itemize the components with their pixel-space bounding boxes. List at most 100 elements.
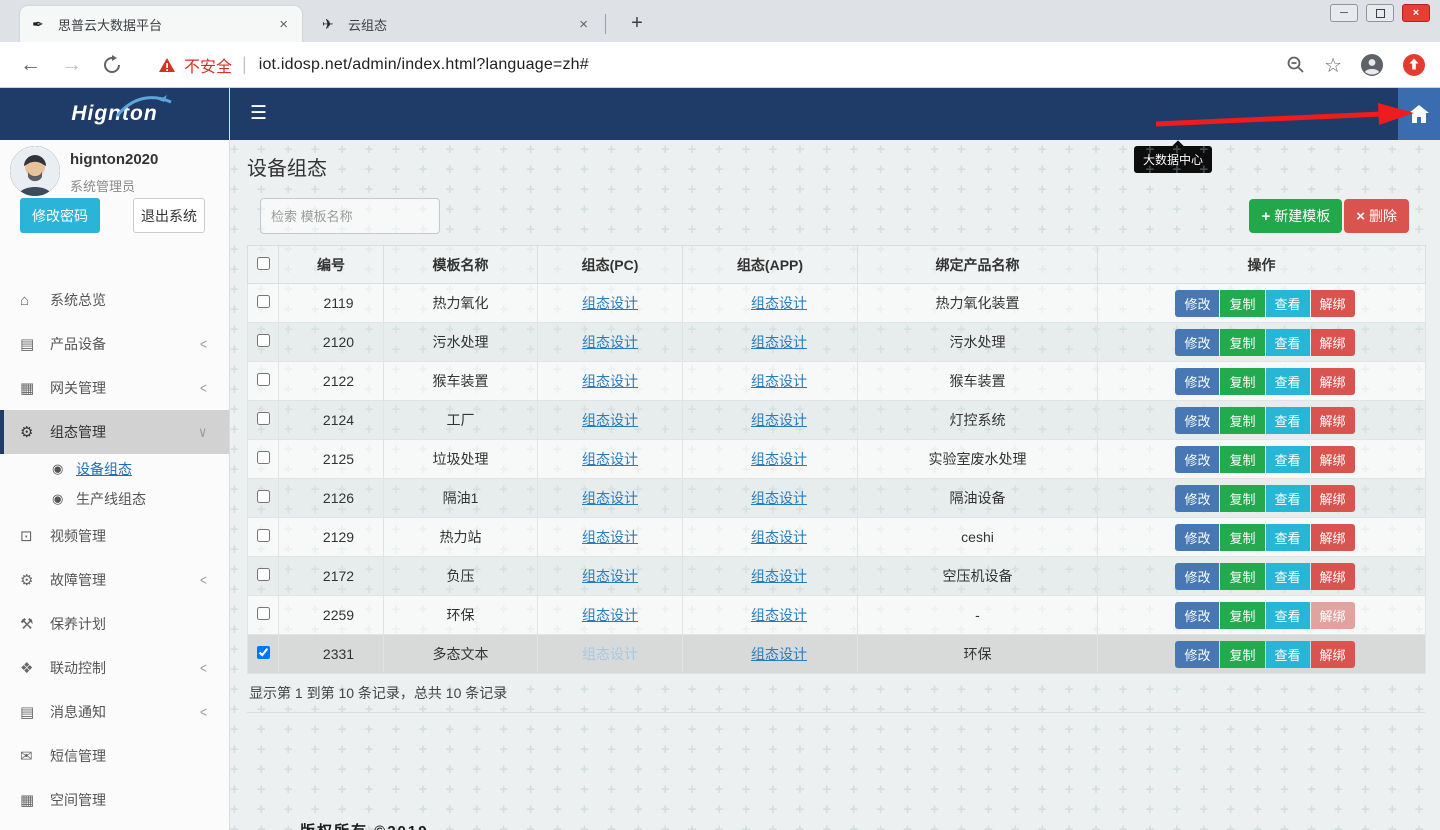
copy-button[interactable]: 复制 <box>1220 602 1264 629</box>
view-button[interactable]: 查看 <box>1266 446 1310 473</box>
app-config-link[interactable]: 组态设计 <box>751 646 807 662</box>
copy-button[interactable]: 复制 <box>1220 290 1264 317</box>
pc-config-link[interactable]: 组态设计 <box>582 490 638 506</box>
app-config-link[interactable]: 组态设计 <box>751 568 807 584</box>
row-checkbox[interactable] <box>257 607 270 620</box>
pc-config-link[interactable]: 组态设计 <box>582 412 638 428</box>
copy-button[interactable]: 复制 <box>1220 329 1264 356</box>
bigdata-home-button[interactable] <box>1398 88 1440 140</box>
sidebar-subitem-device-config[interactable]: ◉ 设备组态 <box>0 454 229 484</box>
avatar[interactable] <box>10 146 60 196</box>
app-config-link[interactable]: 组态设计 <box>751 373 807 389</box>
search-input[interactable] <box>260 198 440 234</box>
copy-button[interactable]: 复制 <box>1220 446 1264 473</box>
unbind-button[interactable]: 解绑 <box>1311 602 1355 629</box>
update-icon[interactable] <box>1402 53 1426 77</box>
edit-button[interactable]: 修改 <box>1175 485 1219 512</box>
copy-button[interactable]: 复制 <box>1220 368 1264 395</box>
bookmark-star-icon[interactable]: ☆ <box>1324 53 1342 78</box>
view-button[interactable]: 查看 <box>1266 524 1310 551</box>
app-config-link[interactable]: 组态设计 <box>751 607 807 623</box>
unbind-button[interactable]: 解绑 <box>1311 641 1355 668</box>
new-tab-button[interactable]: + <box>622 8 652 38</box>
copy-button[interactable]: 复制 <box>1220 407 1264 434</box>
row-checkbox[interactable] <box>257 295 270 308</box>
app-config-link[interactable]: 组态设计 <box>751 529 807 545</box>
sidebar-item-config-mgmt[interactable]: ⚙ 组态管理 ∨ <box>0 410 229 454</box>
app-config-link[interactable]: 组态设计 <box>751 295 807 311</box>
sidebar-item-fault[interactable]: ⚙ 故障管理 < <box>0 558 229 602</box>
view-button[interactable]: 查看 <box>1266 290 1310 317</box>
tab-close-icon[interactable]: × <box>575 16 592 33</box>
sidebar-subitem-line-config[interactable]: ◉ 生产线组态 <box>0 484 229 514</box>
pc-config-link[interactable]: 组态设计 <box>582 373 638 389</box>
sidebar-item-maintenance[interactable]: ⚒ 保养计划 <box>0 602 229 646</box>
sidebar-item-gateway[interactable]: ▦ 网关管理 < <box>0 366 229 410</box>
row-checkbox[interactable] <box>257 451 270 464</box>
tab-inactive[interactable]: ✈ 云组态 × <box>310 6 602 42</box>
row-checkbox[interactable] <box>257 412 270 425</box>
unbind-button[interactable]: 解绑 <box>1311 485 1355 512</box>
pc-config-link[interactable]: 组态设计 <box>582 529 638 545</box>
sidebar-item-products[interactable]: ▤ 产品设备 < <box>0 322 229 366</box>
edit-button[interactable]: 修改 <box>1175 602 1219 629</box>
reload-icon[interactable] <box>102 55 122 75</box>
url-text[interactable]: iot.idosp.net/admin/index.html?language=… <box>259 56 589 74</box>
sidebar-item-space[interactable]: ▦ 空间管理 <box>0 778 229 822</box>
unbind-button[interactable]: 解绑 <box>1311 563 1355 590</box>
pc-config-link[interactable]: 组态设计 <box>582 568 638 584</box>
edit-button[interactable]: 修改 <box>1175 290 1219 317</box>
view-button[interactable]: 查看 <box>1266 329 1310 356</box>
edit-button[interactable]: 修改 <box>1175 524 1219 551</box>
close-button[interactable]: × <box>1402 4 1430 22</box>
row-checkbox[interactable] <box>257 568 270 581</box>
profile-icon[interactable] <box>1360 53 1384 77</box>
row-checkbox[interactable] <box>257 490 270 503</box>
restore-button[interactable] <box>1366 4 1394 22</box>
unbind-button[interactable]: 解绑 <box>1311 290 1355 317</box>
unbind-button[interactable]: 解绑 <box>1311 407 1355 434</box>
pc-config-link[interactable]: 组态设计 <box>582 295 638 311</box>
pc-config-link[interactable]: 组态设计 <box>582 451 638 467</box>
sidebar-item-message[interactable]: ▤ 消息通知 < <box>0 690 229 734</box>
view-button[interactable]: 查看 <box>1266 407 1310 434</box>
edit-button[interactable]: 修改 <box>1175 407 1219 434</box>
zoom-out-icon[interactable] <box>1286 55 1306 75</box>
change-password-button[interactable]: 修改密码 <box>20 198 100 233</box>
copy-button[interactable]: 复制 <box>1220 563 1264 590</box>
sidebar-item-linkage[interactable]: ❖ 联动控制 < <box>0 646 229 690</box>
minimize-button[interactable]: ─ <box>1330 4 1358 22</box>
unbind-button[interactable]: 解绑 <box>1311 329 1355 356</box>
new-template-button[interactable]: + 新建模板 <box>1249 199 1342 233</box>
app-config-link[interactable]: 组态设计 <box>751 412 807 428</box>
tab-close-icon[interactable]: × <box>275 16 292 33</box>
pc-config-link[interactable]: 组态设计 <box>582 646 638 662</box>
view-button[interactable]: 查看 <box>1266 563 1310 590</box>
delete-button[interactable]: × 删除 <box>1344 199 1409 233</box>
sidebar-item-sms[interactable]: ✉ 短信管理 <box>0 734 229 778</box>
insecure-label[interactable]: 不安全 <box>184 53 232 77</box>
sidebar-item-overview[interactable]: ⌂ 系统总览 <box>0 278 229 322</box>
edit-button[interactable]: 修改 <box>1175 563 1219 590</box>
unbind-button[interactable]: 解绑 <box>1311 368 1355 395</box>
edit-button[interactable]: 修改 <box>1175 329 1219 356</box>
copy-button[interactable]: 复制 <box>1220 485 1264 512</box>
row-checkbox[interactable] <box>257 529 270 542</box>
hamburger-icon[interactable]: ☰ <box>250 102 267 125</box>
copy-button[interactable]: 复制 <box>1220 524 1264 551</box>
row-checkbox[interactable] <box>257 646 270 659</box>
unbind-button[interactable]: 解绑 <box>1311 446 1355 473</box>
sidebar-item-video[interactable]: ⊡ 视频管理 <box>0 514 229 558</box>
tab-active[interactable]: ✒ 思普云大数据平台 × <box>20 6 302 42</box>
select-all-checkbox[interactable] <box>257 257 270 270</box>
pc-config-link[interactable]: 组态设计 <box>582 607 638 623</box>
row-checkbox[interactable] <box>257 373 270 386</box>
view-button[interactable]: 查看 <box>1266 641 1310 668</box>
logout-button[interactable]: 退出系统 <box>133 198 205 233</box>
view-button[interactable]: 查看 <box>1266 485 1310 512</box>
view-button[interactable]: 查看 <box>1266 602 1310 629</box>
edit-button[interactable]: 修改 <box>1175 446 1219 473</box>
back-icon[interactable]: ← <box>20 53 41 77</box>
row-checkbox[interactable] <box>257 334 270 347</box>
edit-button[interactable]: 修改 <box>1175 641 1219 668</box>
